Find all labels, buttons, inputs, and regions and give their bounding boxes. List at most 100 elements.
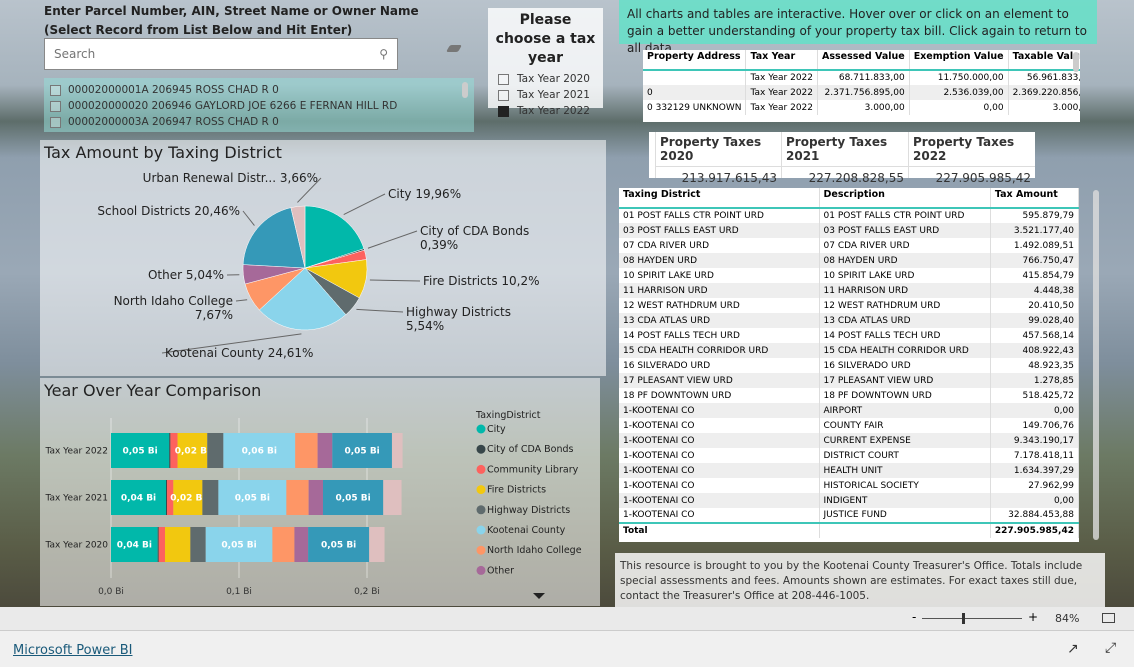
column-header[interactable]: Property Address [643, 50, 747, 71]
column-header[interactable]: Tax Year [745, 50, 819, 71]
table-row[interactable]: 17 PLEASANT VIEW URD 17 PLEASANT VIEW URD… [619, 373, 1079, 388]
bar-segment-north-idaho-college[interactable] [295, 433, 318, 468]
checkbox[interactable] [50, 100, 61, 112]
fit-to-page-icon[interactable] [1102, 613, 1115, 623]
legend-marker[interactable] [476, 485, 486, 495]
table-row[interactable]: 13 CDA ATLAS URD 13 CDA ATLAS URD 99.028,4… [619, 313, 1079, 328]
table-row[interactable]: 01 POST FALLS CTR POINT URD 01 POST FALLS… [619, 208, 1079, 223]
legend-item[interactable]: North Idaho College [487, 545, 582, 556]
bar-segment-urban-renewal-districts[interactable] [369, 527, 385, 562]
legend-marker[interactable] [476, 565, 486, 575]
column-header[interactable]: Description [819, 188, 991, 209]
taxes-2022-value: 227.905.985,42 [909, 166, 1035, 189]
zoom-out-button[interactable]: - [912, 610, 916, 624]
bar-segment-urban-renewal-districts[interactable] [391, 433, 403, 468]
table-row[interactable]: 10 SPIRIT LAKE URD 10 SPIRIT LAKE URD 415.… [619, 268, 1079, 283]
legend-marker[interactable] [476, 505, 486, 515]
table-row[interactable]: 0 Tax Year 2022 2.371.756.895,00 2.536.039,… [643, 85, 1080, 100]
legend-item[interactable]: Fire Districts [487, 485, 546, 496]
column-header[interactable]: Exemption Value [909, 50, 1009, 71]
table-row[interactable]: 16 SILVERADO URD 16 SILVERADO URD 48.923,3… [619, 358, 1079, 373]
table-row[interactable]: 14 POST FALLS TECH URD 14 POST FALLS TECH… [619, 328, 1079, 343]
table-row[interactable]: 1-KOOTENAI CO DISTRICT COURT 7.178.418,11 [619, 448, 1079, 463]
legend-marker[interactable] [476, 444, 486, 454]
checkbox[interactable] [498, 73, 509, 85]
year-option-2022[interactable]: Tax Year 2022 [488, 103, 603, 119]
legend-item[interactable]: City of CDA Bonds [487, 444, 573, 455]
bar-segment-city-of-cda-bonds[interactable] [157, 527, 159, 562]
bar-segment-highway-districts[interactable] [207, 433, 224, 468]
checkbox-checked[interactable] [498, 105, 509, 117]
table-row[interactable]: 1-KOOTENAI CO CURRENT EXPENSE 9.343.190,17 [619, 433, 1079, 448]
property-table-scrollbar[interactable] [1073, 52, 1079, 72]
bar-segment-community-library[interactable] [158, 527, 166, 562]
bar-segment-other[interactable] [294, 527, 309, 562]
bar-segment-highway-districts[interactable] [190, 527, 206, 562]
table-row[interactable]: 11 HARRISON URD 11 HARRISON URD 4.448,38 [619, 283, 1079, 298]
table-row[interactable]: 1-KOOTENAI CO HISTORICAL SOCIETY 27.962,99 [619, 478, 1079, 493]
zoom-in-button[interactable]: + [1028, 610, 1038, 624]
leader-line [367, 230, 418, 249]
fullscreen-icon[interactable]: ⤢ [1105, 640, 1116, 656]
table-row[interactable]: 08 HAYDEN URD 08 HAYDEN URD 766.750,47 [619, 253, 1079, 268]
search-icon[interactable]: ⚲ [379, 47, 388, 61]
legend-item[interactable]: Community Library [487, 464, 579, 475]
table-row[interactable]: 1-KOOTENAI CO HEALTH UNIT 1.634.397,29 [619, 463, 1079, 478]
legend-marker[interactable] [476, 464, 486, 474]
legend-marker[interactable] [476, 545, 486, 555]
bar-segment-north-idaho-college[interactable] [286, 480, 309, 515]
checkbox[interactable] [50, 116, 61, 128]
bar-segment-urban-renewal-districts[interactable] [383, 480, 402, 515]
table-cell: Tax Year 2022 [745, 100, 819, 115]
table-row[interactable]: 12 WEST RATHDRUM URD 12 WEST RATHDRUM URD… [619, 298, 1079, 313]
table-cell [643, 70, 747, 85]
bar-segment-highway-districts[interactable] [202, 480, 219, 515]
table-row[interactable]: 1-KOOTENAI CO AIRPORT 0,00 [619, 403, 1079, 418]
column-header[interactable]: Taxing District [619, 188, 820, 209]
checkbox[interactable] [498, 89, 509, 101]
table-row[interactable]: 0 332129 UNKNOWN Tax Year 2022 3.000,00 0,0… [643, 100, 1080, 115]
table-row[interactable]: 07 CDA RIVER URD 07 CDA RIVER URD 1.492.08… [619, 238, 1079, 253]
table-row[interactable]: 1-KOOTENAI CO COUNTY FAIR 149.706,76 [619, 418, 1079, 433]
bar-segment-fire-districts[interactable] [165, 527, 191, 562]
list-item[interactable]: 000020000020 206946 GAYLORD JOE 6266 E F… [50, 98, 474, 114]
table-cell: 2.371.756.895,00 [817, 85, 910, 100]
bar-segment-north-idaho-college[interactable] [272, 527, 295, 562]
legend-item[interactable]: Highway Districts [487, 505, 570, 516]
bar-segment-other[interactable] [308, 480, 323, 515]
search-input[interactable] [54, 47, 380, 61]
legend-item[interactable]: Kootenai County [487, 525, 566, 536]
legend-scroll-down-icon[interactable] [533, 593, 545, 599]
table-row[interactable]: 18 PF DOWNTOWN URD 18 PF DOWNTOWN URD 518.… [619, 388, 1079, 403]
bar-segment-other[interactable] [317, 433, 333, 468]
bar-segment-city-of-cda-bonds[interactable] [166, 480, 168, 515]
list-item[interactable]: 00002000003A 206947 ROSS CHAD R 0 [50, 114, 474, 130]
table-row[interactable]: 1-KOOTENAI CO JUSTICE FUND 32.884.453,88 [619, 508, 1079, 523]
zoom-slider-handle[interactable] [962, 613, 965, 624]
table-row[interactable]: 03 POST FALLS EAST URD 03 POST FALLS EAST… [619, 223, 1079, 238]
year-option-2020[interactable]: Tax Year 2020 [488, 71, 603, 87]
list-scrollbar[interactable] [462, 82, 468, 98]
legend-marker[interactable] [476, 424, 486, 434]
table-row[interactable]: 1-KOOTENAI CO INDIGENT 0,00 [619, 493, 1079, 508]
list-item[interactable]: 00002000001A 206945 ROSS CHAD R 0 [50, 82, 474, 98]
table-row[interactable]: 15 CDA HEALTH CORRIDOR URD 15 CDA HEALTH … [619, 343, 1079, 358]
column-header[interactable]: Assessed Value [817, 50, 910, 71]
column-header[interactable]: Tax Amount [990, 188, 1079, 209]
district-table-scrollbar[interactable] [1093, 190, 1099, 540]
column-header[interactable]: Taxable Value [1008, 50, 1080, 71]
checkbox[interactable] [50, 84, 61, 96]
bar-segment-city-of-cda-bonds[interactable] [169, 433, 171, 468]
power-bi-link[interactable]: Microsoft Power BI [13, 643, 132, 658]
zoom-slider[interactable] [922, 618, 1022, 619]
table-row[interactable]: Tax Year 2022 68.711.833,00 11.750.000,00 5… [643, 70, 1080, 85]
pie-chart-panel: Tax Amount by Taxing District City 19,96… [40, 140, 606, 376]
search-box[interactable]: ⚲ [44, 38, 398, 70]
legend-item[interactable]: Other [487, 565, 514, 576]
share-icon[interactable]: ↗ [1067, 641, 1079, 657]
legend-item[interactable]: City [487, 424, 506, 435]
table-cell: 1-KOOTENAI CO [619, 418, 820, 433]
eraser-icon[interactable] [445, 45, 463, 52]
legend-marker[interactable] [476, 525, 486, 535]
year-option-2021[interactable]: Tax Year 2021 [488, 87, 603, 103]
